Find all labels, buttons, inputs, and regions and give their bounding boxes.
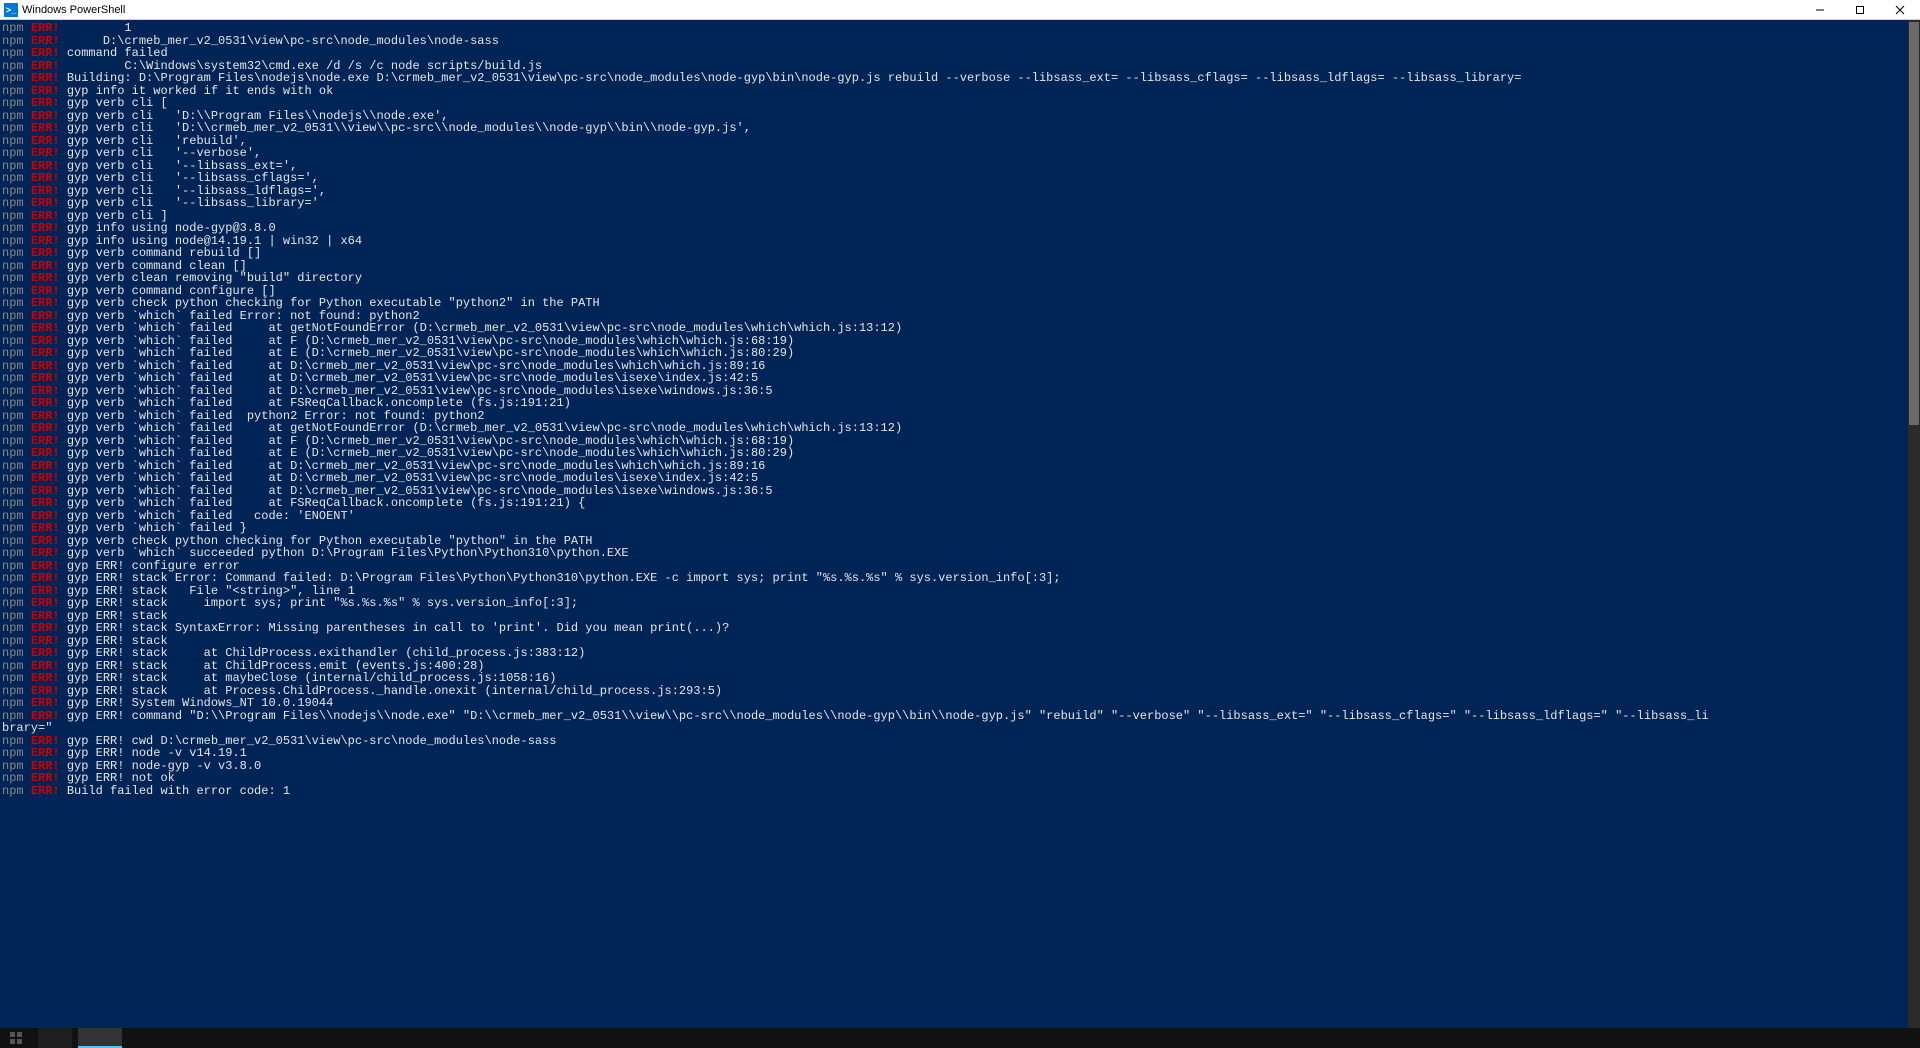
maximize-button[interactable]	[1840, 0, 1880, 20]
terminal-line: npm ERR! gyp verb cli ]	[2, 210, 1904, 223]
close-icon	[1895, 5, 1905, 15]
scrollbar-thumb[interactable]	[1909, 22, 1919, 425]
powershell-window: >_ Windows PowerShell npm ERR! 1npm ERR!…	[0, 0, 1920, 1048]
minimize-icon	[1815, 5, 1825, 15]
terminal-output: npm ERR! 1npm ERR! D:\crmeb_mer_v2_0531\…	[0, 20, 1908, 1028]
npm-prefix: npm	[2, 784, 24, 798]
terminal-line: npm ERR! gyp verb clean removing "build"…	[2, 272, 1904, 285]
terminal-line: npm ERR! gyp verb cli 'rebuild',	[2, 135, 1904, 148]
terminal-area[interactable]: npm ERR! 1npm ERR! D:\crmeb_mer_v2_0531\…	[0, 20, 1920, 1028]
terminal-line: npm ERR! gyp info it worked if it ends w…	[2, 85, 1904, 98]
terminal-line: npm ERR! Build failed with error code: 1	[2, 785, 1904, 798]
terminal-line: npm ERR! gyp ERR! node -v v14.19.1	[2, 747, 1904, 760]
terminal-line: npm ERR! gyp ERR! stack SyntaxError: Mis…	[2, 622, 1904, 635]
terminal-line: npm ERR! gyp verb `which` failed code: '…	[2, 510, 1904, 523]
terminal-line: npm ERR! gyp ERR! stack import sys; prin…	[2, 597, 1904, 610]
terminal-line: npm ERR! gyp verb command rebuild []	[2, 247, 1904, 260]
powershell-icon: >_	[4, 3, 18, 17]
taskbar-slot[interactable]	[38, 1028, 72, 1048]
terminal-line: npm ERR! gyp info using node@14.19.1 | w…	[2, 235, 1904, 248]
start-button[interactable]	[0, 1028, 32, 1048]
terminal-line: npm ERR! gyp verb cli '--libsass_library…	[2, 197, 1904, 210]
terminal-line: npm ERR! gyp ERR! cwd D:\crmeb_mer_v2_05…	[2, 735, 1904, 748]
maximize-icon	[1855, 5, 1865, 15]
vertical-scrollbar[interactable]	[1908, 20, 1920, 1028]
terminal-line: npm ERR! gyp verb cli 'D:\\crmeb_mer_v2_…	[2, 122, 1904, 135]
minimize-button[interactable]	[1800, 0, 1840, 20]
terminal-line: npm ERR! D:\crmeb_mer_v2_0531\view\pc-sr…	[2, 35, 1904, 48]
line-body: gyp ERR! command "D:\\Program Files\\nod…	[60, 709, 1709, 723]
terminal-line: npm ERR! gyp verb `which` succeeded pyth…	[2, 547, 1904, 560]
terminal-line: npm ERR! gyp ERR! node-gyp -v v3.8.0	[2, 760, 1904, 773]
close-button[interactable]	[1880, 0, 1920, 20]
windows-logo-icon	[10, 1032, 22, 1044]
window-title: Windows PowerShell	[22, 4, 125, 16]
err-prefix: ERR!	[31, 784, 60, 798]
terminal-line: npm ERR! gyp ERR! command "D:\\Program F…	[2, 710, 1904, 723]
taskbar[interactable]	[0, 1028, 1920, 1048]
taskbar-active-app[interactable]	[78, 1028, 122, 1048]
line-body: Build failed with error code: 1	[60, 784, 290, 798]
titlebar[interactable]: >_ Windows PowerShell	[0, 0, 1920, 20]
